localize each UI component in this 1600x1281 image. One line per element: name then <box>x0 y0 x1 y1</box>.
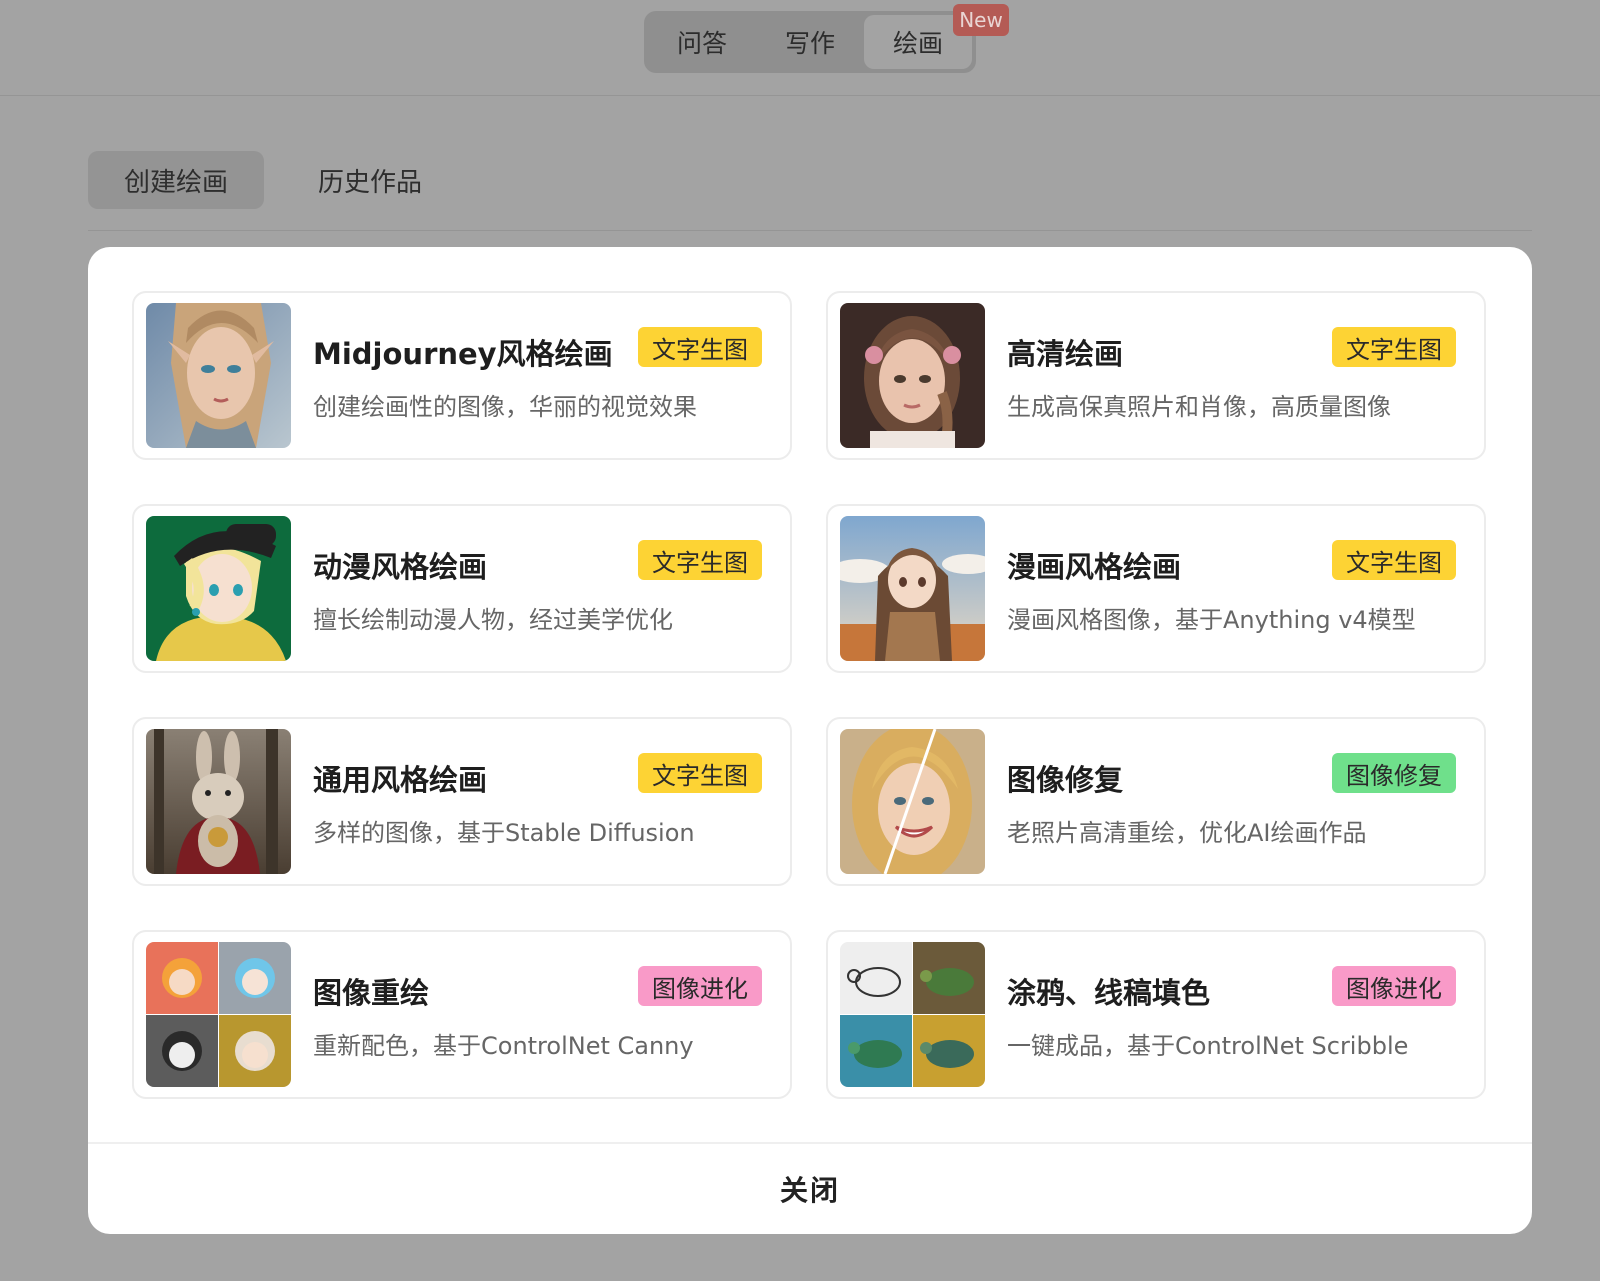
card-title: 通用风格绘画 <box>313 763 488 797</box>
tag-badge: 图像进化 <box>638 966 762 1006</box>
card-title: 高清绘画 <box>1007 337 1124 371</box>
subtab-create-drawing[interactable]: 创建绘画 <box>88 151 265 209</box>
top-bar: 问答 写作 绘画 New <box>0 0 1600 96</box>
rabbit-image <box>146 729 291 874</box>
card-image-repaint[interactable]: 图像重绘 重新配色，基于ControlNet Canny 图像进化 <box>132 930 792 1099</box>
tag-badge: 文字生图 <box>638 327 762 367</box>
card-image-restoration[interactable]: 图像修复 老照片高清重绘，优化AI绘画作品 图像修复 <box>826 717 1486 886</box>
card-anime-drawing[interactable]: 动漫风格绘画 擅长绘制动漫人物，经过美学优化 文字生图 <box>132 504 792 673</box>
card-title: 漫画风格绘画 <box>1007 550 1182 584</box>
card-title: 图像修复 <box>1007 763 1124 797</box>
subtabs: 创建绘画 历史作品 <box>88 151 458 209</box>
card-description: 老照片高清重绘，优化AI绘画作品 <box>1007 819 1367 847</box>
subtab-history[interactable]: 历史作品 <box>282 151 458 209</box>
card-title: Midjourney风格绘画 <box>313 337 613 371</box>
girl-portrait-image <box>840 303 985 448</box>
card-title: 涂鸦、线稿填色 <box>1007 976 1211 1010</box>
card-title: 动漫风格绘画 <box>313 550 488 584</box>
card-manga-drawing[interactable]: 漫画风格绘画 漫画风格图像，基于Anything v4模型 文字生图 <box>826 504 1486 673</box>
tag-badge: 文字生图 <box>1332 327 1456 367</box>
card-description: 重新配色，基于ControlNet Canny <box>313 1032 694 1060</box>
card-hd-drawing[interactable]: 高清绘画 生成高保真照片和肖像，高质量图像 文字生图 <box>826 291 1486 460</box>
card-description: 创建绘画性的图像，华丽的视觉效果 <box>313 393 697 421</box>
mode-switch: 问答 写作 绘画 <box>644 11 976 73</box>
card-description: 多样的图像，基于Stable Diffusion <box>313 819 695 847</box>
turtle-grid-image <box>840 942 985 1087</box>
tag-badge: 文字生图 <box>1332 540 1456 580</box>
card-description: 漫画风格图像，基于Anything v4模型 <box>1007 606 1416 634</box>
card-general-drawing[interactable]: 通用风格绘画 多样的图像，基于Stable Diffusion 文字生图 <box>132 717 792 886</box>
card-title: 图像重绘 <box>313 976 430 1010</box>
card-scribble-coloring[interactable]: 涂鸦、线稿填色 一键成品，基于ControlNet Scribble 图像进化 <box>826 930 1486 1099</box>
modal-footer: 关闭 <box>88 1142 1532 1234</box>
card-midjourney[interactable]: Midjourney风格绘画 创建绘画性的图像，华丽的视觉效果 文字生图 <box>132 291 792 460</box>
card-grid: Midjourney风格绘画 创建绘画性的图像，华丽的视觉效果 文字生图 高清绘… <box>132 291 1486 1099</box>
divider <box>88 230 1532 231</box>
drawing-type-modal: Midjourney风格绘画 创建绘画性的图像，华丽的视觉效果 文字生图 高清绘… <box>88 247 1532 1234</box>
tag-badge: 文字生图 <box>638 540 762 580</box>
new-badge: New <box>953 4 1009 36</box>
anime-character-image <box>146 516 291 661</box>
card-description: 一键成品，基于ControlNet Scribble <box>1007 1032 1409 1060</box>
card-description: 擅长绘制动漫人物，经过美学优化 <box>313 606 673 634</box>
tab-qa[interactable]: 问答 <box>648 15 756 69</box>
tab-writing[interactable]: 写作 <box>756 15 864 69</box>
manga-girl-image <box>840 516 985 661</box>
chibi-grid-image <box>146 942 291 1087</box>
card-description: 生成高保真照片和肖像，高质量图像 <box>1007 393 1391 421</box>
tag-badge: 文字生图 <box>638 753 762 793</box>
tag-badge: 图像修复 <box>1332 753 1456 793</box>
elf-portrait-image <box>146 303 291 448</box>
close-button[interactable]: 关闭 <box>780 1169 840 1209</box>
restored-face-image <box>840 729 985 874</box>
tag-badge: 图像进化 <box>1332 966 1456 1006</box>
